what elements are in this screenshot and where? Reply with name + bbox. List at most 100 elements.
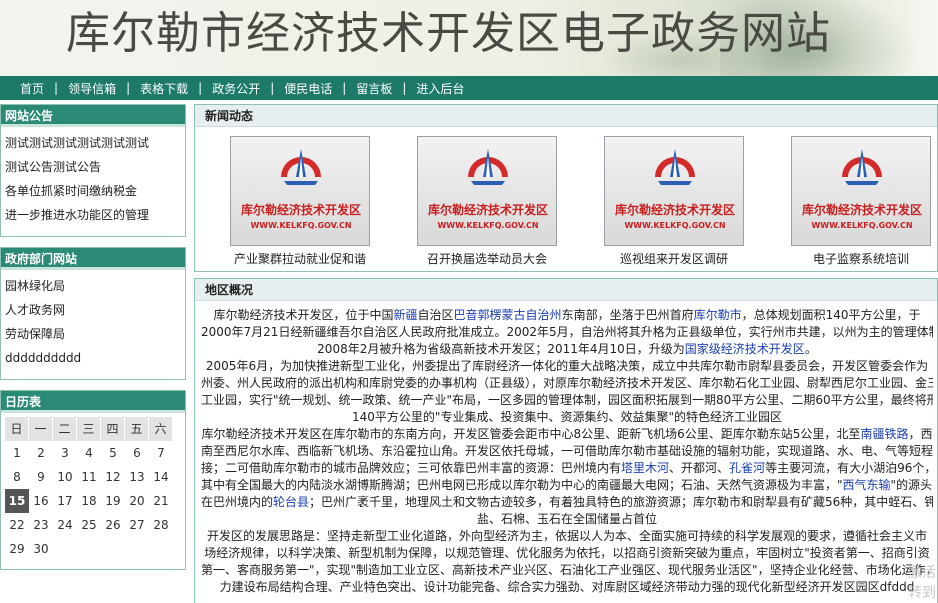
calendar-weekday: 二 bbox=[53, 417, 77, 441]
calendar-day[interactable]: 27 bbox=[125, 513, 149, 537]
thumbnail-url: WWW.KELKFQ.GOV.CN bbox=[250, 221, 352, 230]
calendar-day[interactable]: 2 bbox=[29, 441, 53, 465]
calendar-day[interactable]: 12 bbox=[101, 465, 125, 489]
wiki-link[interactable]: 塔里木河 bbox=[621, 461, 669, 475]
calendar-day[interactable]: 4 bbox=[77, 441, 101, 465]
calendar-day[interactable]: 26 bbox=[101, 513, 125, 537]
news-thumbnail[interactable]: 库尔勒经济技术开发区 WWW.KELKFQ.GOV.CN bbox=[230, 136, 370, 246]
calendar-today[interactable]: 15 bbox=[5, 489, 29, 513]
nav-item[interactable]: 领导信箱 bbox=[62, 80, 122, 97]
wiki-link[interactable]: 轮台县 bbox=[273, 495, 309, 509]
calendar-day[interactable]: 18 bbox=[77, 489, 101, 513]
news-item[interactable]: 库尔勒经济技术开发区 WWW.KELKFQ.GOV.CN 召开换届选举动员大会 bbox=[417, 136, 557, 267]
nav-item[interactable]: 便民电话 bbox=[278, 80, 338, 97]
wiki-link[interactable]: 巴音郭楞蒙古自治州 bbox=[454, 308, 562, 322]
overview-text-run: 盐、石棉、玉石在全国储量占首位 bbox=[476, 512, 657, 526]
news-thumbnail[interactable]: 库尔勒经济技术开发区 WWW.KELKFQ.GOV.CN bbox=[604, 136, 744, 246]
calendar-day[interactable]: 9 bbox=[29, 465, 53, 489]
news-thumbnail[interactable]: 库尔勒经济技术开发区 WWW.KELKFQ.GOV.CN bbox=[417, 136, 557, 246]
wiki-link[interactable]: 国家级经济技术开发区 bbox=[685, 342, 805, 356]
department-link[interactable]: 人才政务网 bbox=[5, 298, 185, 322]
calendar-day[interactable]: 10 bbox=[53, 465, 77, 489]
wiki-link[interactable]: 南疆铁路 bbox=[860, 427, 908, 441]
news-caption[interactable]: 产业聚群拉动就业促和谐 bbox=[215, 250, 385, 267]
calendar-day[interactable]: 23 bbox=[29, 513, 53, 537]
calendar-day[interactable]: 22 bbox=[5, 513, 29, 537]
calendar-day[interactable]: 30 bbox=[29, 537, 53, 561]
overview-text-run: 2005年6月，为加快推进新型工业化，州委提出了库尉经济一体化的重大战略决策，成… bbox=[205, 359, 929, 373]
overview-panel: 地区概况 库尔勒经济技术开发区，位于中国新疆自治区巴音郭楞蒙古自治州东南部，坐落… bbox=[194, 278, 938, 603]
wiki-link[interactable]: 孔雀河 bbox=[729, 461, 765, 475]
news-caption[interactable]: 召开换届选举动员大会 bbox=[402, 250, 572, 267]
overview-line: 2000年7月21日经新疆维吾尔自治区人民政府批准成立。2002年5月，自治州将… bbox=[201, 324, 933, 341]
overview-text-run: 、开都河、 bbox=[669, 461, 730, 475]
site-title: 库尔勒市经济技术开发区电子政务网站 bbox=[66, 8, 831, 59]
calendar-day[interactable]: 3 bbox=[53, 441, 77, 465]
announcement-link[interactable]: 进一步推进水功能区的管理 bbox=[5, 203, 185, 227]
overview-text-run: 2000年7月21日经新疆维吾尔自治区人民政府批准成立。2002年5月，自治州将… bbox=[201, 325, 933, 339]
calendar-day[interactable]: 8 bbox=[5, 465, 29, 489]
calendar-day[interactable]: 1 bbox=[5, 441, 29, 465]
department-link[interactable]: 劳动保障局 bbox=[5, 322, 185, 346]
overview-text-run: 接；二可借助库尔勒市的城市品牌效应；三可依靠巴州丰富的资源：巴州境内有 bbox=[201, 461, 622, 475]
department-link[interactable]: 园林绿化局 bbox=[5, 274, 185, 298]
thumbnail-url: WWW.KELKFQ.GOV.CN bbox=[437, 221, 539, 230]
department-link[interactable]: dddddddddd bbox=[5, 346, 185, 370]
nav-separator: | bbox=[54, 81, 59, 95]
calendar-day[interactable]: 7 bbox=[149, 441, 173, 465]
announcement-link[interactable]: 各单位抓紧时间缴纳税金 bbox=[5, 179, 185, 203]
announcements-list: 测试测试测试测试测试测试 测试公告测试公告 各单位抓紧时间缴纳税金 进一步推进水功能区… bbox=[1, 127, 185, 227]
overview-text-run: 库尔勒经济技术开发区，位于中国 bbox=[213, 308, 394, 322]
calendar-day[interactable]: 14 bbox=[149, 465, 173, 489]
calendar-day[interactable]: 28 bbox=[149, 513, 173, 537]
news-item[interactable]: 库尔勒经济技术开发区 WWW.KELKFQ.GOV.CN 巡视组来开发区调研 bbox=[604, 136, 744, 267]
overview-text-run: 第一、客商服务第一"，实现"制造加工业立区、高新技术产业兴区、石油化工产业强区、… bbox=[201, 563, 933, 577]
nav-item[interactable]: 留言板 bbox=[350, 80, 398, 97]
wiki-link[interactable]: 库尔勒市 bbox=[694, 308, 742, 322]
overview-line: 库尔勒经济技术开发区，位于中国新疆自治区巴音郭楞蒙古自治州东南部，坐落于巴州首府… bbox=[201, 307, 933, 324]
overview-text-run: 自治区 bbox=[417, 308, 454, 322]
thumbnail-title: 库尔勒经济技术开发区 bbox=[614, 203, 735, 217]
news-item[interactable]: 库尔勒经济技术开发区 WWW.KELKFQ.GOV.CN 电子监察系统培训 bbox=[791, 136, 931, 267]
nav-item[interactable]: 进入后台 bbox=[410, 80, 470, 97]
calendar-weekday: 六 bbox=[149, 417, 173, 441]
announcement-link[interactable]: 测试公告测试公告 bbox=[5, 155, 185, 179]
calendar-day[interactable]: 25 bbox=[77, 513, 101, 537]
site-banner: 库尔勒市经济技术开发区电子政务网站 bbox=[0, 0, 938, 76]
announcement-link[interactable]: 测试测试测试测试测试测试 bbox=[5, 131, 185, 155]
overview-text-run: 场经济规律，以科学决策、新型机制为保障，以规范管理、优化服务为依托，以招商引资新… bbox=[204, 546, 930, 560]
overview-text-run: 州委、州人民政府的派出机构和库尉党委的办事机构（正县级），对原库尔勒经济技术开发… bbox=[201, 376, 933, 390]
calendar-day[interactable]: 13 bbox=[125, 465, 149, 489]
nav-item[interactable]: 表格下载 bbox=[134, 80, 194, 97]
overview-line: 盐、石棉、玉石在全国储量占首位 bbox=[201, 511, 933, 528]
announcements-title: 网站公告 bbox=[1, 105, 185, 127]
nav-separator: | bbox=[126, 81, 131, 95]
nav-item[interactable]: 政务公开 bbox=[206, 80, 266, 97]
announcements-box: 网站公告 测试测试测试测试测试测试 测试公告测试公告 各单位抓紧时间缴纳税金 进一步推… bbox=[0, 104, 186, 237]
overview-line: 接；二可借助库尔勒市的城市品牌效应；三可依靠巴州丰富的资源：巴州境内有塔里木河、… bbox=[201, 460, 933, 477]
calendar-day[interactable]: 29 bbox=[5, 537, 29, 561]
news-thumbnail[interactable]: 库尔勒经济技术开发区 WWW.KELKFQ.GOV.CN bbox=[791, 136, 931, 246]
news-caption[interactable]: 电子监察系统培训 bbox=[776, 250, 938, 267]
calendar-day[interactable]: 5 bbox=[101, 441, 125, 465]
nav-item[interactable]: 首页 bbox=[14, 80, 50, 97]
wiki-link[interactable]: 西气东输 bbox=[843, 478, 891, 492]
calendar-day[interactable]: 16 bbox=[29, 489, 53, 513]
calendar-day[interactable]: 24 bbox=[53, 513, 77, 537]
calendar-day[interactable]: 19 bbox=[101, 489, 125, 513]
overview-line: 2005年6月，为加快推进新型工业化，州委提出了库尉经济一体化的重大战略决策，成… bbox=[201, 358, 933, 375]
wiki-link[interactable]: 新疆 bbox=[394, 308, 418, 322]
calendar-day[interactable]: 6 bbox=[125, 441, 149, 465]
calendar-day[interactable]: 17 bbox=[53, 489, 77, 513]
news-caption[interactable]: 巡视组来开发区调研 bbox=[589, 250, 759, 267]
overview-text-run: 等主要河流，有大小湖泊96个， bbox=[765, 461, 933, 475]
calendar-day[interactable]: 20 bbox=[125, 489, 149, 513]
news-item[interactable]: 库尔勒经济技术开发区 WWW.KELKFQ.GOV.CN 产业聚群拉动就业促和谐 bbox=[230, 136, 370, 267]
calendar-day[interactable]: 21 bbox=[149, 489, 173, 513]
calendar-day[interactable]: 11 bbox=[77, 465, 101, 489]
nav-separator: | bbox=[270, 81, 275, 95]
nav-separator: | bbox=[198, 81, 203, 95]
nav-separator: | bbox=[402, 81, 407, 95]
departments-title: 政府部门网站 bbox=[1, 248, 185, 270]
watermark-line: 激活 bbox=[908, 565, 936, 581]
